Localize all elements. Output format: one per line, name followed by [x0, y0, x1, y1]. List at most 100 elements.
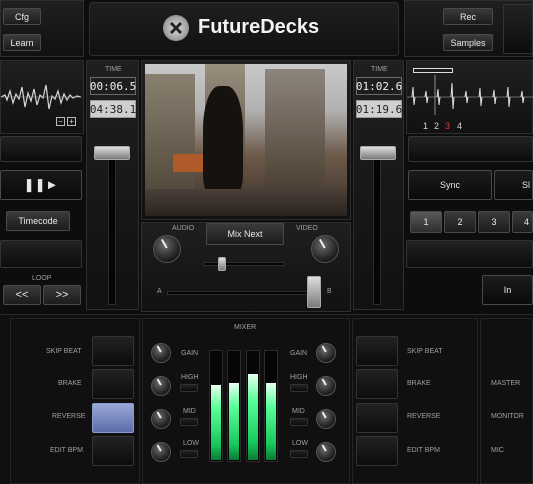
cue-number-4[interactable]: 4 [457, 121, 462, 131]
deck-b-info-bar [408, 136, 533, 162]
reverse-label-left: REVERSE [52, 413, 86, 420]
audio-knob[interactable] [153, 235, 181, 263]
video-figure [203, 86, 243, 196]
level-meter-2 [227, 350, 241, 462]
mini-fader[interactable] [218, 257, 226, 271]
high-kill-right[interactable] [290, 384, 308, 392]
crossfader-a-label: A [157, 288, 162, 295]
hotcue-3-button[interactable]: 3 [478, 211, 510, 233]
deck-a-pitch-track [108, 150, 116, 305]
low-label-left: LOW [183, 440, 199, 447]
deck-a-time-label: TIME [105, 66, 122, 73]
deck-b-elapsed-time: 01:02.6 [356, 77, 402, 95]
loop-forward-button[interactable]: >> [43, 285, 81, 305]
edit-bpm-button-right[interactable] [356, 436, 398, 466]
video-preview[interactable] [145, 64, 347, 216]
deck-b-loop-marker [413, 68, 453, 73]
zoom-out-button[interactable]: − [56, 117, 65, 126]
loop-label: LOOP [32, 275, 52, 282]
high-kill-left[interactable] [180, 384, 198, 392]
video-knob[interactable] [311, 235, 339, 263]
deck-a-waveform-panel: − + [0, 60, 84, 134]
skip-beat-button-left[interactable] [92, 336, 134, 366]
low-label-right: LOW [292, 440, 308, 447]
deck-a-info-bar [0, 136, 82, 162]
gain-knob-right[interactable] [316, 343, 336, 363]
title-bar: FutureDecks [89, 2, 399, 56]
config-button[interactable]: Cfg [3, 8, 41, 25]
deck-a-waveform[interactable] [1, 77, 81, 117]
deck-a-remaining-time: 04:38.1 [90, 100, 136, 118]
low-knob-left[interactable] [151, 442, 171, 462]
mic-label: MIC [491, 447, 504, 454]
zoom-in-button[interactable]: + [67, 117, 76, 126]
video-street [145, 189, 347, 216]
meter-fill-4 [266, 382, 276, 460]
high-knob-right[interactable] [316, 376, 336, 396]
gain-label-left: GAIN [181, 350, 199, 357]
mid-kill-right[interactable] [290, 418, 308, 426]
samples-button[interactable]: Samples [443, 34, 493, 51]
deck-b-remaining-time: 01:19.6 [356, 100, 402, 118]
deck-b-pitch-fader[interactable] [360, 146, 396, 160]
high-label-left: HIGH [181, 374, 199, 381]
logo-icon [163, 15, 189, 41]
hotcue-2-button[interactable]: 2 [444, 211, 476, 233]
deck-a-elapsed-time: 00:06.5 [90, 77, 136, 95]
deck-b-waveform[interactable] [407, 75, 533, 115]
mid-label-left: MID [183, 408, 196, 415]
brake-label-left: BRAKE [58, 380, 82, 387]
low-kill-right[interactable] [290, 450, 308, 458]
meter-fill-3 [248, 374, 258, 460]
level-meter-4 [264, 350, 278, 462]
slip-button[interactable]: Sl [494, 170, 533, 200]
brake-button-right[interactable] [356, 369, 398, 399]
cue-number-2[interactable]: 2 [434, 121, 439, 131]
edit-bpm-label-right: EDIT BPM [407, 447, 440, 454]
edit-bpm-button-left[interactable] [92, 436, 134, 466]
mixer-title: MIXER [234, 324, 257, 331]
hotcue-4-button[interactable]: 4 [512, 211, 533, 233]
crossfader-b-label: B [327, 288, 332, 295]
mid-kill-left[interactable] [180, 418, 198, 426]
crossfader-handle[interactable] [307, 276, 321, 308]
mid-knob-right[interactable] [316, 409, 336, 429]
edit-bpm-label-left: EDIT BPM [50, 447, 83, 454]
mini-fader-track [203, 262, 285, 266]
deck-a-pitch-fader[interactable] [94, 146, 130, 160]
deck-b-waveform-panel: 1 2 3 4 [406, 60, 533, 134]
learn-button[interactable]: Learn [3, 34, 41, 51]
record-button[interactable]: Rec [443, 8, 493, 25]
cue-number-3[interactable]: 3 [445, 121, 450, 131]
hotcue-1-button[interactable]: 1 [410, 211, 442, 233]
loop-back-button[interactable]: << [3, 285, 41, 305]
loop-in-button[interactable]: In [482, 275, 533, 305]
high-label-right: HIGH [290, 374, 308, 381]
deck-a-play-button[interactable]: ❚❚► [0, 170, 82, 200]
timecode-button[interactable]: Timecode [6, 211, 70, 231]
video-signs [173, 154, 203, 172]
mix-next-button[interactable]: Mix Next [206, 223, 284, 245]
brake-label-right: BRAKE [407, 380, 431, 387]
deck-b-time-label: TIME [371, 66, 388, 73]
high-knob-left[interactable] [151, 376, 171, 396]
top-right-extra[interactable] [503, 4, 533, 54]
mid-knob-left[interactable] [151, 409, 171, 429]
low-knob-right[interactable] [316, 442, 336, 462]
monitor-label: MONITOR [491, 413, 524, 420]
brake-button-left[interactable] [92, 369, 134, 399]
level-meter-1 [209, 350, 223, 462]
app-title: FutureDecks [198, 16, 320, 38]
gain-knob-left[interactable] [151, 343, 171, 363]
low-kill-left[interactable] [180, 450, 198, 458]
gain-label-right: GAIN [290, 350, 308, 357]
reverse-button-left[interactable] [92, 403, 134, 433]
reverse-label-right: REVERSE [407, 413, 441, 420]
skip-beat-button-right[interactable] [356, 336, 398, 366]
master-label: MASTER [491, 380, 521, 387]
reverse-button-right[interactable] [356, 403, 398, 433]
sync-button[interactable]: Sync [408, 170, 492, 200]
skip-beat-label-right: SKIP BEAT [407, 348, 443, 355]
cue-number-1[interactable]: 1 [423, 121, 428, 131]
crossfader-track [167, 291, 317, 295]
